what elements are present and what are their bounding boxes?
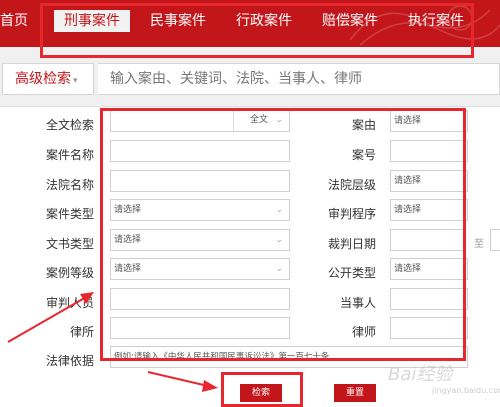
arrow-head-icon — [202, 380, 218, 392]
arrow-to-search — [147, 371, 209, 387]
arrow-head-icon — [80, 292, 94, 304]
annotation-arrows — [7, 292, 218, 392]
watermark-url: jingyan.baidu.com — [432, 386, 500, 395]
watermark-logo: Bai经验 — [388, 364, 453, 385]
arrow-to-judge — [7, 295, 89, 343]
